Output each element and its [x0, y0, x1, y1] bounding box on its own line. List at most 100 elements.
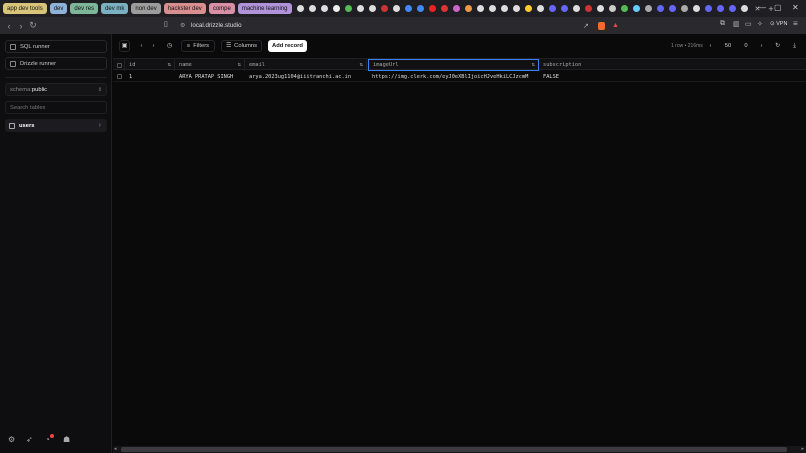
toggle-sidebar-button[interactable]: ▣	[119, 40, 130, 52]
tab-favicon-icon[interactable]	[417, 5, 425, 12]
tab-favicon-icon[interactable]	[297, 5, 305, 12]
tab-favicon-icon[interactable]	[477, 5, 485, 12]
drizzle-runner-button[interactable]: Drizzle runner	[5, 57, 107, 70]
tab-favicon-icon[interactable]	[537, 5, 545, 12]
tab-favicon-icon[interactable]	[597, 5, 605, 12]
next-icon[interactable]: ›	[148, 40, 159, 52]
tab-favicon-icon[interactable]	[429, 5, 437, 12]
cell-name[interactable]: ARYA PRATAP SINGH	[175, 71, 245, 82]
tab-favicon-icon[interactable]	[441, 5, 449, 12]
tab-favicon-icon[interactable]	[393, 5, 401, 12]
column-header-name[interactable]: name ⇅	[175, 59, 245, 71]
tab-favicon-icon[interactable]	[585, 5, 593, 12]
tab-favicon-icon[interactable]	[681, 5, 689, 12]
tab-favicon-icon[interactable]	[369, 5, 377, 12]
tab-favicon-icon[interactable]	[321, 5, 329, 12]
history-icon[interactable]: ◷	[164, 40, 175, 52]
scroll-right-icon[interactable]: ▸	[801, 446, 804, 452]
sort-icon[interactable]: ⇅	[238, 62, 241, 68]
tab-favicon-icon[interactable]	[345, 5, 353, 12]
tab-favicon-icon[interactable]	[621, 5, 629, 12]
new-tab-icon[interactable]: +	[768, 4, 773, 14]
share-icon[interactable]: ↗	[583, 22, 589, 30]
tab-favicon-icon[interactable]	[609, 5, 617, 12]
bug-icon[interactable]: ☗	[63, 435, 70, 444]
site-info-icon[interactable]: ⚙	[180, 22, 185, 29]
menu-icon[interactable]: ≡	[793, 19, 798, 28]
column-header-email[interactable]: email ⇅	[245, 59, 367, 71]
tab-group-chip[interactable]: dev mk	[101, 3, 129, 14]
tab-favicon-icon[interactable]	[489, 5, 497, 12]
search-tables-input[interactable]: Search tables	[5, 101, 107, 114]
tab-favicon-icon[interactable]	[453, 5, 461, 12]
leo-icon[interactable]: ✧	[757, 20, 763, 28]
tab-favicon-icon[interactable]	[357, 5, 365, 12]
sort-icon[interactable]: ⇅	[168, 62, 171, 68]
tab-search-icon[interactable]: ⌄	[739, 3, 746, 12]
cell-imageurl[interactable]: https://img.clerk.com/eyJ0eXBlIjoicHJveH…	[368, 71, 539, 82]
column-header-imageurl[interactable]: imageUrl ⇅	[368, 59, 539, 71]
tab-group-chip[interactable]: dev res	[70, 3, 99, 14]
tab-favicon-icon[interactable]	[333, 5, 341, 12]
download-icon[interactable]: ⤓	[789, 40, 800, 52]
close-window-icon[interactable]: ✕	[792, 3, 799, 12]
tab-favicon-icon[interactable]	[309, 5, 317, 12]
forward-icon[interactable]: ›	[15, 21, 27, 31]
select-all-checkbox[interactable]	[113, 59, 125, 71]
tab-group-chip[interactable]: dev	[49, 3, 68, 14]
tab-group-chip[interactable]: machine learning	[237, 3, 292, 14]
tab-favicon-icon[interactable]	[561, 5, 569, 12]
vpn-button[interactable]: ⊙ VPN	[770, 21, 787, 27]
tab-group-chip[interactable]: non dev	[131, 3, 161, 14]
page-next-icon[interactable]: ›	[756, 40, 767, 52]
tab-favicon-icon[interactable]	[513, 5, 521, 12]
tab-favicon-icon[interactable]	[573, 5, 581, 12]
add-record-button[interactable]: Add record	[268, 40, 307, 52]
maximize-icon[interactable]: ▢	[774, 3, 782, 12]
sidebar-toggle-icon[interactable]: ▥	[733, 20, 740, 28]
horizontal-scrollbar[interactable]: ◂ ▸	[113, 446, 806, 453]
sort-icon[interactable]: ⇅	[532, 62, 535, 68]
back-icon[interactable]: ‹	[3, 21, 15, 31]
cell-email[interactable]: arya.2023ug1104@iiitranchi.ac.in	[245, 71, 367, 82]
tab-favicon-icon[interactable]	[657, 5, 665, 12]
bookmark-icon[interactable]: ▯	[164, 20, 168, 28]
scrollbar-thumb[interactable]	[121, 447, 787, 452]
row-checkbox[interactable]	[113, 71, 125, 82]
wallet-icon[interactable]: ▭	[745, 20, 752, 28]
sort-icon[interactable]: ⇅	[360, 62, 363, 68]
offset-input[interactable]: 0	[737, 40, 755, 52]
tab-favicon-icon[interactable]	[549, 5, 557, 12]
tab-favicon-icon[interactable]	[501, 5, 509, 12]
tab-group-chip[interactable]: hackster dev	[163, 3, 206, 14]
url-field[interactable]: ⚙ local.drizzle.studio ↗ ▲	[177, 19, 619, 32]
scroll-left-icon[interactable]: ◂	[114, 446, 117, 452]
tab-favicon-icon[interactable]	[717, 5, 725, 12]
tab-favicon-icon[interactable]	[693, 5, 701, 12]
table-row[interactable]: 1 ARYA PRATAP SINGH arya.2023ug1104@iiit…	[113, 71, 806, 82]
filters-button[interactable]: ≡ Filters	[181, 40, 215, 52]
reload-icon[interactable]: ↻	[27, 20, 39, 31]
tab-favicon-icon[interactable]	[633, 5, 641, 12]
cell-id[interactable]: 1	[125, 71, 175, 82]
extensions-icon[interactable]: ⧉	[720, 20, 725, 28]
tab-favicon-icon[interactable]	[669, 5, 677, 12]
sidebar-item-users[interactable]: users ›	[5, 119, 107, 132]
schema-select[interactable]: schema: public ⇕	[5, 83, 107, 96]
prev-icon[interactable]: ‹	[136, 40, 147, 52]
tab-group-chip[interactable]: compe	[208, 3, 235, 14]
column-header-subscription[interactable]: subscription	[539, 59, 806, 71]
refresh-icon[interactable]: ↻	[772, 40, 783, 52]
tab-group-chip[interactable]: app dev tools	[3, 3, 47, 14]
settings-icon[interactable]: ⚙	[8, 435, 15, 444]
minimize-icon[interactable]: —	[758, 3, 766, 12]
page-prev-icon[interactable]: ‹	[705, 40, 716, 52]
tab-favicon-icon[interactable]	[645, 5, 653, 12]
page-size-input[interactable]: 50	[719, 40, 737, 52]
brave-shield-icon[interactable]	[598, 21, 605, 30]
cell-subscription[interactable]: FALSE	[539, 71, 639, 82]
columns-button[interactable]: ☰ Columns	[221, 40, 262, 52]
brave-rewards-icon[interactable]: ▲	[612, 22, 619, 29]
rocket-icon[interactable]: ➶	[26, 435, 33, 444]
tab-favicon-icon[interactable]	[405, 5, 413, 12]
